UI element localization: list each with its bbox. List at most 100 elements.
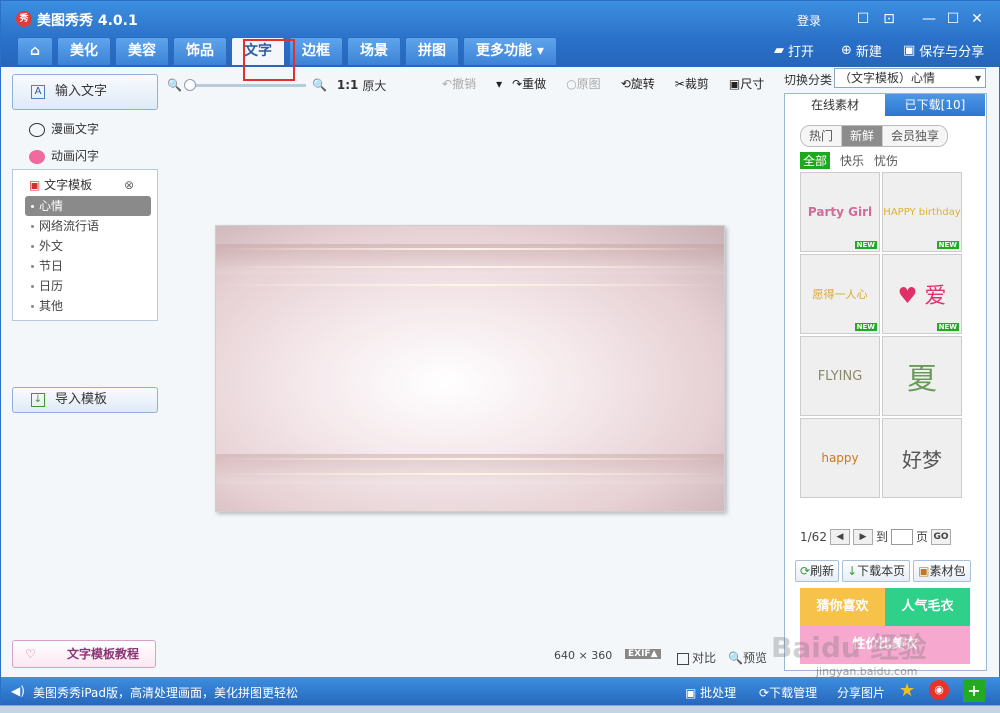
tab-downloaded[interactable]: 已下载[10] [885,94,985,116]
thumbnail[interactable]: FLYING [800,336,880,416]
share-image-button[interactable]: 分享图片 [837,684,885,701]
filter-all[interactable]: 全部 [800,152,831,169]
tab-scene[interactable]: 场景 [347,37,401,65]
thumbnail[interactable]: Party Girl NEW [800,172,880,252]
ad-banner[interactable]: 猜你喜欢 人气毛衣 [800,588,970,626]
anim-text-item[interactable]: 动画闪字 [29,147,99,164]
template-item-festival[interactable]: 节日 [25,256,151,276]
zoom-slider[interactable] [183,78,306,91]
promo-text[interactable]: 美图秀秀iPad版，高清处理画面，美化拼图更轻松 [33,684,298,701]
download-manager-label: 下载管理 [769,686,818,700]
tutorial-label: 文字模板教程 [67,647,140,661]
tab-frame[interactable]: 边框 [289,37,343,65]
add-icon[interactable]: + [963,680,985,702]
comic-text-item[interactable]: 漫画文字 [29,120,99,137]
weibo-icon[interactable]: ◉ [929,680,949,700]
template-item-other[interactable]: 其他 [25,296,151,316]
redo-button[interactable]: ↷重做 [512,75,556,92]
image-canvas[interactable] [215,225,725,512]
thumbnail[interactable]: HAPPY birthday NEW [882,172,962,252]
template-list: 心情 网络流行语 外文 节日 日历 其他 [25,196,151,316]
template-header[interactable]: ▣ 文字模板 ⊗ [29,176,134,193]
thumbnail[interactable]: happy [800,418,880,498]
thumb-label: ♥ 爱 [897,284,947,309]
goto-label: 到 [875,530,888,544]
redo-label: 重做 [522,77,547,91]
original-size-button[interactable]: 原大 [362,77,386,94]
undo-dropdown-icon[interactable]: ▾ [496,77,502,91]
fit-button[interactable]: 1:1 [337,78,359,92]
chip-hot[interactable]: 热门 [801,126,843,146]
crop-button[interactable]: ✂裁剪 [675,75,719,92]
filter-happy[interactable]: 快乐 [840,152,864,169]
open-button[interactable]: ▰ 打开 [774,41,814,60]
prev-page-button[interactable]: ◀ [829,528,850,545]
tutorial-button[interactable]: ♡ 文字模板教程 [12,640,156,668]
download-manager-button[interactable]: ⟳下载管理 [759,684,817,701]
feedback-icon[interactable]: ☐ [853,10,873,28]
tab-beautify[interactable]: 美化 [57,37,111,65]
thumbnail[interactable]: 好梦 [882,418,962,498]
app-window: 秀 美图秀秀 4.0.1 登录 ☐ ⊡ — ☐ ✕ ⌂ 美化 美容 饰品 文字 … [0,0,1000,706]
maximize-button[interactable]: ☐ [943,10,963,28]
import-template-button[interactable]: ↓ 导入模板 [12,387,158,413]
refresh-button[interactable]: ⟳刷新 [795,560,840,582]
zoom-out-icon[interactable]: 🔍 [167,78,182,92]
go-button[interactable]: GO [930,528,951,545]
save-share-button[interactable]: ▣ 保存与分享 [903,41,984,60]
light-streak [216,284,724,286]
compare-button[interactable]: 对比 [677,649,716,666]
close-button[interactable]: ✕ [967,10,987,28]
tab-home[interactable]: ⌂ [17,37,53,65]
chip-vip[interactable]: 会员独享 [883,126,948,146]
template-item-mood[interactable]: 心情 [25,196,151,216]
image-height: 360 [591,649,613,662]
skin-icon[interactable]: ⊡ [879,10,899,28]
watermark: Baidu 经验 [771,631,927,664]
tab-collage[interactable]: 拼图 [405,37,459,65]
material-pack-button[interactable]: ▣素材包 [913,560,971,582]
chip-new[interactable]: 新鲜 [842,126,884,146]
zoom-knob[interactable] [183,78,196,91]
tab-online-materials[interactable]: 在线素材 [785,94,885,116]
package-icon: ▣ [918,564,930,578]
ad-guess-like[interactable]: 猜你喜欢 [800,588,885,626]
template-box: ▣ 文字模板 ⊗ 心情 网络流行语 外文 节日 日历 其他 [12,169,158,321]
template-item-internet[interactable]: 网络流行语 [25,216,151,236]
plus-icon: ⊕ [841,43,852,58]
page-input[interactable] [890,528,913,545]
next-page-button[interactable]: ▶ [852,528,873,545]
template-item-calendar[interactable]: 日历 [25,276,151,296]
input-text-button[interactable]: A 输入文字 [12,74,158,110]
tab-face[interactable]: 美容 [115,37,169,65]
resize-button[interactable]: ▣尺寸 [729,75,774,92]
download-page-button[interactable]: ↓下载本页 [842,560,911,582]
thumbnail[interactable]: ♥ 爱 NEW [882,254,962,334]
login-link[interactable]: 登录 [797,12,821,29]
new-badge: NEW [854,241,877,249]
filter-sad[interactable]: 忧伤 [874,152,898,169]
zoom-bar: 🔍 🔍 1:1 原大 [167,75,386,95]
folder-icon: ▰ [774,43,784,58]
tab-more[interactable]: 更多功能 ▾ [463,37,557,65]
zoom-in-icon[interactable]: 🔍 [312,78,327,92]
category-select[interactable]: （文字模板）心情 ▾ [834,68,986,88]
preview-button[interactable]: 🔍预览 [728,649,767,666]
original-button[interactable]: ○原图 [566,75,611,92]
minimize-button[interactable]: — [919,10,939,28]
undo-button[interactable]: ↶撤销 [442,75,486,92]
thumbnail[interactable]: 愿得一人心 NEW [800,254,880,334]
tab-decor[interactable]: 饰品 [173,37,227,65]
new-label: 新建 [855,45,882,60]
star-icon[interactable]: ★ [899,680,915,701]
open-label: 打开 [788,45,815,60]
rotate-button[interactable]: ⟲旋转 [621,75,665,92]
new-button[interactable]: ⊕ 新建 [841,41,882,60]
new-badge: NEW [854,323,877,331]
exif-button[interactable]: EXIF▲ [625,649,661,659]
thumbnail[interactable]: 夏 [882,336,962,416]
collapse-icon[interactable]: ⊗ [124,178,134,192]
template-item-foreign[interactable]: 外文 [25,236,151,256]
ad-sweater[interactable]: 人气毛衣 [885,588,970,626]
batch-button[interactable]: ▣ 批处理 [685,684,736,701]
